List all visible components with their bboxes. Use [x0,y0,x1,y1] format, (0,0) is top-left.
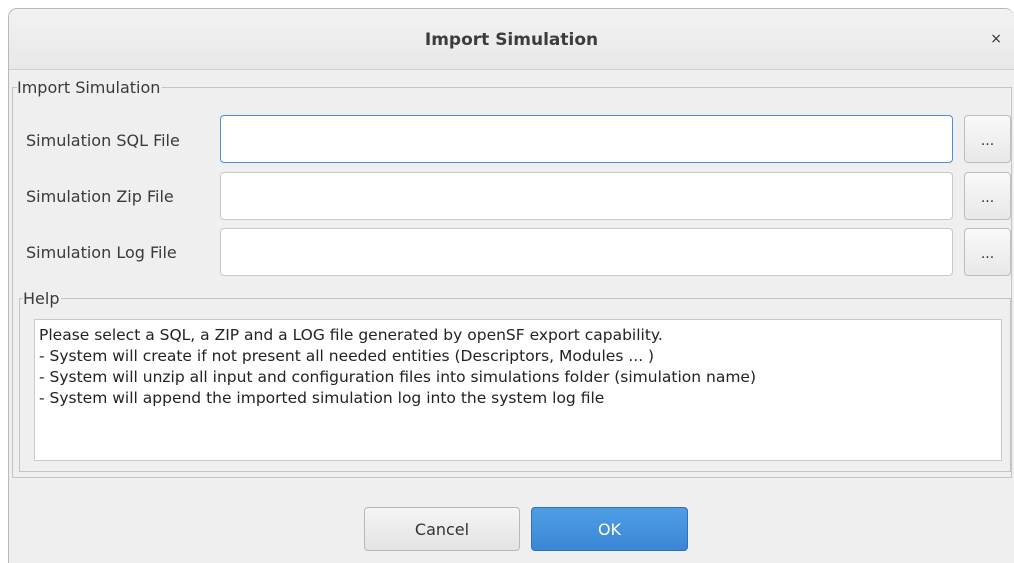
sql-file-input[interactable] [220,115,953,163]
dialog-body: Import Simulation Simulation SQL File ..… [9,70,1014,563]
help-line: Please select a SQL, a ZIP and a LOG fil… [39,326,663,344]
ok-button[interactable]: OK [531,507,688,551]
cancel-button[interactable]: Cancel [364,507,520,551]
help-text-area: Please select a SQL, a ZIP and a LOG fil… [34,319,1002,461]
title-bar: Import Simulation × [9,9,1014,70]
log-file-browse-button[interactable]: ... [964,228,1011,276]
help-line: - System will unzip all input and config… [39,368,757,386]
sql-file-label: Simulation SQL File [26,131,180,150]
help-line: - System will append the imported simula… [39,389,605,407]
import-simulation-dialog: Import Simulation × Import Simulation Si… [8,8,1014,563]
help-line: - System will create if not present all … [39,347,655,365]
zip-file-input[interactable] [220,172,953,220]
zip-file-label: Simulation Zip File [26,187,174,206]
dialog-title: Import Simulation [424,30,599,50]
help-group-legend: Help [23,289,62,308]
zip-file-browse-button[interactable]: ... [964,172,1011,220]
import-simulation-group-legend: Import Simulation [17,78,163,97]
log-file-label: Simulation Log File [26,243,177,262]
sql-file-browse-button[interactable]: ... [964,115,1011,163]
close-icon[interactable]: × [990,31,1002,47]
log-file-input[interactable] [220,228,953,276]
